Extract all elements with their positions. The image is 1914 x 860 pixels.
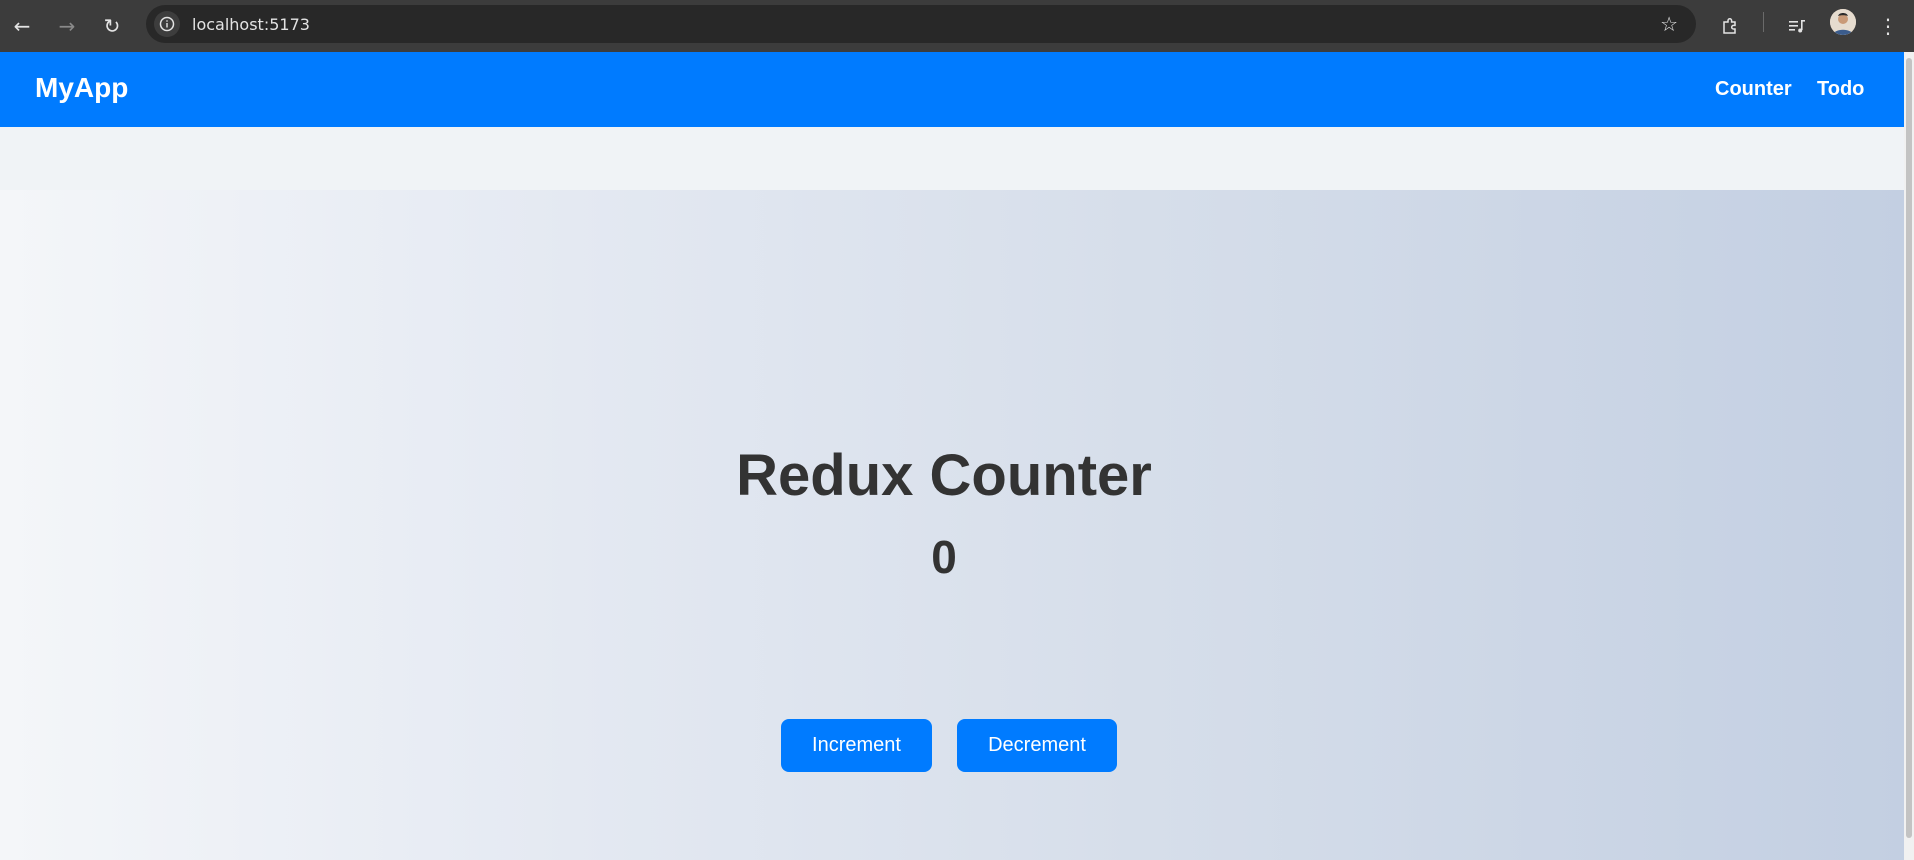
reload-icon[interactable]: ↻ [96,10,128,42]
page-title: Redux Counter [736,443,1152,508]
star-icon[interactable]: ☆ [1660,12,1678,36]
address-bar[interactable]: localhost:5173 ☆ [146,5,1696,43]
scrollbar-thumb[interactable] [1906,58,1912,838]
menu-icon[interactable]: ⋮ [1872,10,1904,42]
counter-section [0,190,1904,860]
browser-toolbar: ← → ↻ localhost:5173 ☆ ⋮ [0,0,1914,52]
site-info-icon[interactable] [154,11,180,37]
extensions-icon[interactable] [1714,10,1746,42]
page: MyApp Counter Todo Redux Counter 0 Incre… [0,52,1904,860]
nav-link-counter[interactable]: Counter [1715,78,1792,101]
avatar[interactable] [1830,9,1856,35]
toolbar-divider [1763,12,1764,32]
back-icon[interactable]: ← [6,10,38,42]
decrement-button[interactable]: Decrement [957,719,1117,772]
brand-logo[interactable]: MyApp [35,72,128,104]
media-icon[interactable] [1781,10,1813,42]
nav-link-todo[interactable]: Todo [1817,78,1864,101]
counter-value: 0 [931,531,957,583]
increment-button[interactable]: Increment [781,719,932,772]
forward-icon[interactable]: → [51,10,83,42]
navbar: MyApp Counter Todo [0,52,1904,127]
url-text: localhost:5173 [192,15,310,34]
